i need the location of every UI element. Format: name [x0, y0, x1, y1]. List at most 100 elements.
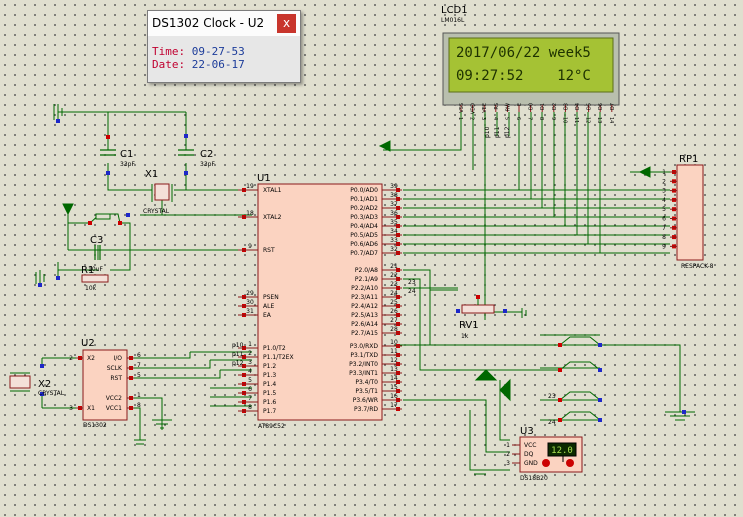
u2-pin-name: RST [110, 375, 122, 382]
u1-pin-name: P3.5/T1 [355, 388, 378, 395]
u1-pin-name: P3.2/INT0 [349, 361, 378, 368]
pin-marker [184, 134, 188, 138]
u1-pin-number: 30 [246, 299, 254, 306]
button-label: 24 [548, 419, 556, 426]
pin-marker [476, 295, 480, 299]
lcd-pin-number: 13 [596, 117, 602, 123]
lcd-pin-name: D0 [529, 103, 535, 110]
u1-pin-number: 16 [390, 393, 398, 400]
lcd-pin-name: D6 [598, 103, 604, 110]
lcd-pin-name: D1 [540, 103, 546, 110]
u2-pin-name: VCC2 [106, 395, 122, 402]
u1-pin-number: 34 [390, 228, 398, 235]
pin-marker [40, 364, 44, 368]
pin-marker [598, 398, 602, 402]
popup-title-bar[interactable]: DS1302 Clock - U2 x [148, 11, 300, 36]
lcd-pin-name: E [517, 103, 523, 106]
popup-time-row: Time: 09-27-53 [152, 45, 245, 58]
r1-ref: R1 [81, 265, 94, 276]
lcd-pin-name: D7 [610, 103, 616, 110]
x2-ref: X2 [38, 379, 51, 390]
rp1-pin-number: 2 [662, 178, 666, 185]
u1-p2-label: 23 [408, 279, 416, 286]
u1-pin-number: 11 [390, 348, 398, 355]
u1-pin-number: 10 [390, 339, 398, 346]
schematic-canvas[interactable]: 12.0 19XTAL118XTAL29RST29PSEN30ALE31EA1P… [0, 0, 743, 517]
u1-pin-name: P1.4 [263, 381, 276, 388]
u1-pin-number: 38 [390, 192, 398, 199]
rp1-part: RESPACK-8 [681, 263, 714, 270]
u2-pin-name: VCC1 [106, 405, 122, 412]
rp1-pin-number: 6 [662, 216, 666, 223]
lcd-pin-number: 2 [469, 117, 475, 120]
x2-part: CRYSTAL [38, 390, 65, 397]
u1-pin-number: 27 [390, 317, 398, 324]
lcd-pin-name: VDD [471, 103, 477, 114]
pin-marker [106, 171, 110, 175]
u1-pin-name: P3.0/RXD [350, 343, 378, 350]
u1-pin-number: 19 [246, 183, 254, 190]
u1-p2-label: 24 [408, 288, 416, 295]
u1-pin-number: 15 [390, 384, 398, 391]
u1-pin-name: P2.1/A9 [355, 276, 378, 283]
u1-pin-name: P3.3/INT1 [349, 370, 378, 377]
pin-marker [682, 410, 686, 414]
lcd-ref: LCD1 [441, 5, 468, 16]
u1-pin-number: 22 [390, 272, 398, 279]
close-button[interactable]: x [277, 14, 296, 33]
u2-pin-name: X1 [87, 405, 95, 412]
lcd-pin-number: 6 [515, 117, 521, 120]
u1-pin-number: 7 [248, 395, 252, 402]
u1-pin-name: P2.3/A11 [351, 294, 378, 301]
u1-pin-name: P0.5/AD5 [350, 232, 378, 239]
u1-pin-number: 2 [248, 350, 252, 357]
lcd-part: LM016L [441, 17, 465, 24]
u1-pin-number: 31 [246, 308, 254, 315]
u1-pin-name: EA [263, 312, 272, 319]
u1-pin-number: 5 [248, 377, 252, 384]
u1-pin-name: P0.6/AD6 [350, 241, 378, 248]
u1-pin-name: PSEN [263, 294, 279, 301]
lcd-pin-number: 10 [561, 117, 567, 123]
lcd-line-2: 09:27:52 12°C [456, 68, 591, 84]
lcd-pin-name: RW [505, 103, 511, 111]
u1-pin-name: P3.4/T0 [355, 379, 378, 386]
u1-net-label: p12 [232, 360, 244, 367]
pin-marker [38, 283, 42, 287]
r1-val: 10k [85, 285, 97, 292]
u1-pin-name: P3.7/RD [354, 406, 378, 413]
rv1-val: 1k [461, 333, 469, 340]
lcd-pin-name: D3 [563, 103, 569, 110]
lcd-line-1: 2017/06/22 week5 [456, 45, 591, 61]
lcd-pin-name: D5 [587, 103, 593, 110]
x1-part: CRYSTAL [143, 208, 170, 215]
u2-pin-number: 5 [137, 372, 141, 379]
rp1-pin-number: 5 [662, 206, 666, 213]
u1-pin-name: P2.0/A8 [355, 267, 378, 274]
u1-pin-number: 29 [246, 290, 254, 297]
u2-ref: U2 [81, 338, 95, 349]
ds1302-clock-popup[interactable]: DS1302 Clock - U2 x Time: 09-27-53 Date:… [147, 10, 301, 83]
rp1-ref: RP1 [679, 154, 698, 165]
u1-pin-number: 12 [390, 357, 398, 364]
c2-val: 33pF [200, 161, 215, 168]
u2-pin-number: 3 [69, 405, 73, 412]
u2-pin-number: 2 [69, 355, 73, 362]
u3-pin-number: 2 [506, 451, 510, 458]
u1-net-label: p10 [232, 342, 244, 349]
pin-marker [558, 368, 562, 372]
rp1-pin-number: 3 [662, 188, 666, 195]
u1-pin-number: 24 [390, 290, 398, 297]
u2-pin-number: 6 [137, 352, 141, 359]
lcd-pin-number: 7 [527, 117, 533, 120]
u1-pin-number: 26 [390, 308, 398, 315]
u1-pin-number: 4 [248, 368, 252, 375]
u1-pin-name: P0.2/AD2 [350, 205, 378, 212]
u1-pin-number: 39 [390, 183, 398, 190]
lcd-pin-name: VEE [482, 103, 488, 113]
u2-pin-number: 1 [137, 392, 141, 399]
u1-ref: U1 [257, 173, 271, 184]
lcd-net-label: p11 [494, 126, 501, 138]
u1-pin-name: P2.7/A15 [351, 330, 378, 337]
popup-date-value: 22-06-17 [191, 58, 245, 71]
